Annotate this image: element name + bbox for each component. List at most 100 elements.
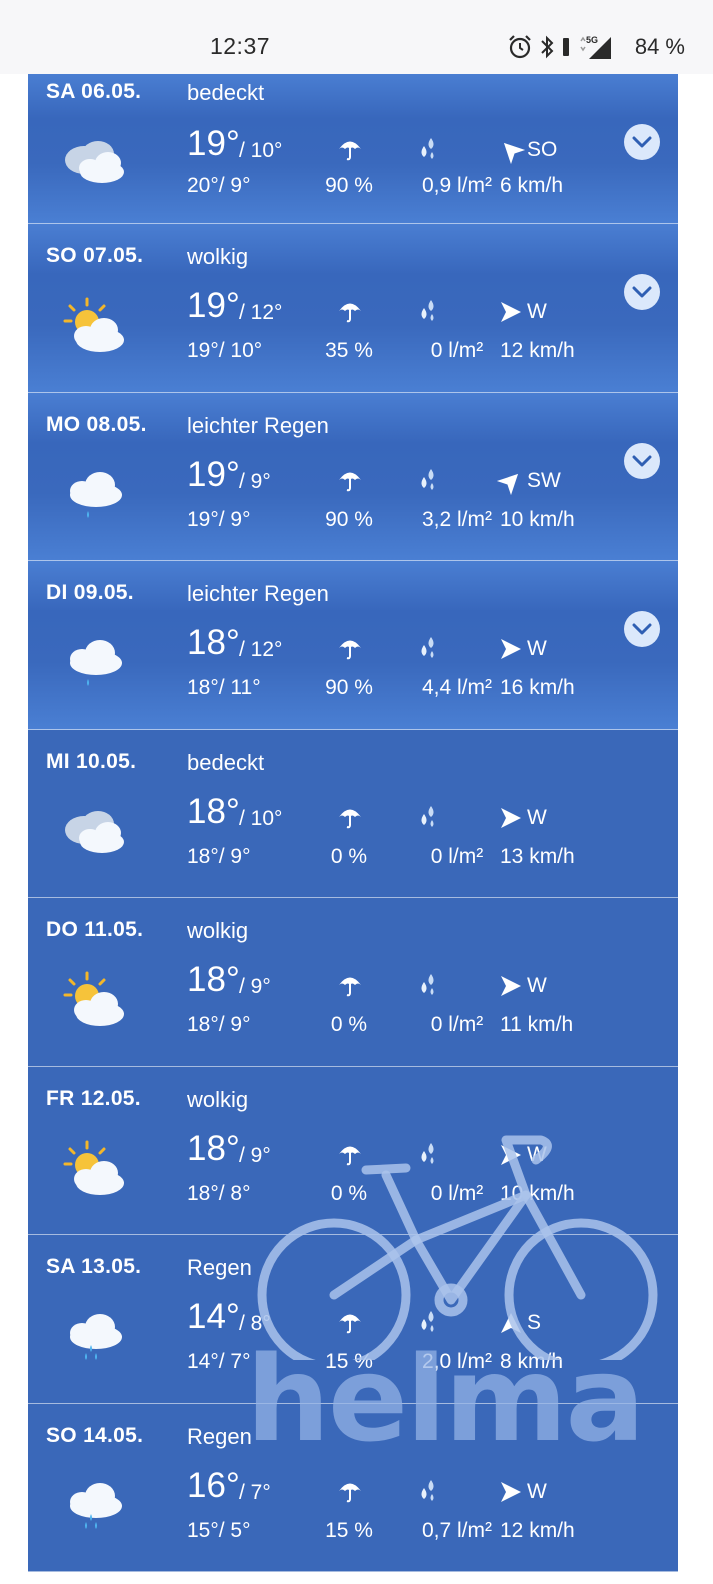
feels-like-temps: 18°/ 9° bbox=[187, 844, 251, 868]
rain-icon bbox=[62, 1476, 128, 1536]
umbrella-icon bbox=[337, 469, 363, 498]
forecast-day-card[interactable]: MO 08.05. leichter Regen 19° / 9° SW 19°… bbox=[28, 392, 678, 561]
precip-probability: 35 % bbox=[325, 339, 373, 362]
overcast-cloud-icon bbox=[62, 132, 128, 192]
wind-direction-icon bbox=[499, 138, 526, 167]
wind-direction: W bbox=[527, 300, 547, 323]
raindrops-icon bbox=[417, 804, 439, 835]
wind-direction-icon bbox=[499, 300, 523, 329]
day-date: DO 11.05. bbox=[46, 918, 144, 941]
day-condition: leichter Regen bbox=[187, 581, 329, 606]
forecast-day-card: SO 14.05. Regen 16° / 7° W 15°/ 5° 15 % … bbox=[28, 1403, 678, 1572]
day-condition: Regen bbox=[187, 1423, 252, 1449]
forecast-day-card: DO 11.05. wolkig 18° / 9° W 18°/ 9° 0 % … bbox=[28, 898, 678, 1067]
day-date: FR 12.05. bbox=[46, 1086, 141, 1110]
expand-button[interactable] bbox=[624, 442, 660, 479]
feels-like-temps: 18°/ 11° bbox=[187, 676, 261, 699]
raindrops-icon bbox=[417, 635, 439, 666]
status-bar: 12:37 5G 84 % bbox=[0, 0, 713, 74]
feels-like-temps: 18°/ 8° bbox=[187, 1181, 251, 1205]
day-condition: wolkig bbox=[187, 918, 249, 943]
expand-button[interactable] bbox=[624, 124, 660, 160]
chevron-down-icon bbox=[632, 136, 652, 148]
raindrops-icon bbox=[417, 136, 439, 167]
raindrops-icon bbox=[417, 298, 439, 329]
temp-max: 18° bbox=[187, 1128, 240, 1168]
sun-cloud-icon bbox=[62, 970, 128, 1030]
umbrella-icon bbox=[337, 138, 363, 167]
precip-probability: 90 % bbox=[325, 676, 373, 699]
feels-like-temps: 19°/ 9° bbox=[187, 507, 251, 531]
forecast-day-card[interactable]: SO 07.05. wolkig 19° / 12° W 19°/ 10° 35… bbox=[28, 224, 678, 393]
forecast-day-card[interactable]: SA 06.05. bedeckt 19° / 10° SO 20°/ 9° 9… bbox=[28, 74, 678, 224]
day-date: MI 10.05. bbox=[46, 749, 137, 773]
temp-min: / 9° bbox=[239, 975, 271, 998]
forecast-row-details: 18°/ 8° 0 % 0 l/m² 10 km/h bbox=[187, 1182, 607, 1212]
temp-max: 18° bbox=[187, 623, 240, 662]
forecast-day-card: MI 10.05. bedeckt 18° / 10° W 18°/ 9° 0 … bbox=[28, 729, 678, 898]
expand-button[interactable] bbox=[624, 274, 660, 310]
wind-speed: 12 km/h bbox=[500, 339, 575, 362]
forecast-row-main: 18° / 9° W bbox=[187, 960, 607, 1004]
day-condition: bedeckt bbox=[187, 749, 265, 775]
forecast-row-main: 18° / 10° W bbox=[187, 792, 607, 836]
raindrops-icon bbox=[417, 1309, 439, 1340]
day-condition: wolkig bbox=[187, 1086, 249, 1112]
feels-like-temps: 18°/ 9° bbox=[187, 1013, 251, 1036]
wind-speed: 12 km/h bbox=[500, 1518, 575, 1542]
feels-like-temps: 20°/ 9° bbox=[187, 174, 251, 197]
temp-max: 19° bbox=[187, 454, 240, 494]
precip-probability: 0 % bbox=[330, 1013, 368, 1036]
bluetooth-icon bbox=[539, 34, 555, 60]
light-rain-icon bbox=[62, 633, 128, 693]
forecast-row-main: 19° / 10° SO bbox=[187, 124, 607, 168]
temp-min: / 8° bbox=[239, 1312, 271, 1335]
temp-min: / 12° bbox=[239, 301, 283, 324]
day-date: SA 13.05. bbox=[46, 1255, 142, 1278]
precip-probability: 0 % bbox=[330, 844, 368, 868]
temp-max: 18° bbox=[187, 960, 240, 999]
umbrella-icon bbox=[337, 1311, 363, 1340]
sun-cloud-icon bbox=[62, 1139, 128, 1199]
wind-direction-icon bbox=[499, 1143, 523, 1172]
temp-max: 19° bbox=[187, 124, 240, 163]
umbrella-icon bbox=[337, 806, 363, 835]
forecast-row-main: 19° / 12° W bbox=[187, 286, 607, 330]
precip-probability: 15 % bbox=[325, 1518, 373, 1542]
battery-level: 84 % bbox=[634, 34, 685, 59]
wind-speed: 13 km/h bbox=[500, 844, 575, 868]
expand-button[interactable] bbox=[624, 611, 660, 647]
forecast-row-main: 18° / 9° W bbox=[187, 1129, 607, 1173]
forecast-row-details: 19°/ 9° 90 % 3,2 l/m² 10 km/h bbox=[187, 508, 607, 538]
wind-direction: W bbox=[527, 805, 547, 829]
temp-min: / 9° bbox=[239, 469, 271, 493]
temp-min: / 10° bbox=[239, 139, 283, 162]
day-condition: wolkig bbox=[187, 244, 249, 269]
precip-probability: 90 % bbox=[325, 174, 373, 197]
day-date: SO 14.05. bbox=[46, 1423, 144, 1447]
forecast-day-card: SA 13.05. Regen 14° / 8° S 14°/ 7° 15 % … bbox=[28, 1235, 678, 1404]
forecast-day-card: FR 12.05. wolkig 18° / 9° W 18°/ 8° 0 % … bbox=[28, 1066, 678, 1235]
forecast-day-card[interactable]: DI 09.05. leichter Regen 18° / 12° W 18°… bbox=[28, 561, 678, 730]
alarm-icon bbox=[507, 34, 533, 60]
feels-like-temps: 14°/ 7° bbox=[187, 1350, 251, 1373]
forecast-list: SA 06.05. bedeckt 19° / 10° SO 20°/ 9° 9… bbox=[28, 74, 678, 1572]
temp-min: / 10° bbox=[239, 806, 283, 830]
temp-max: 16° bbox=[187, 1465, 240, 1505]
forecast-row-main: 16° / 7° W bbox=[187, 1466, 607, 1510]
day-date: SO 07.05. bbox=[46, 244, 144, 267]
temp-max: 14° bbox=[187, 1297, 240, 1336]
feels-like-temps: 19°/ 10° bbox=[187, 339, 263, 362]
wind-direction: W bbox=[527, 1142, 547, 1166]
umbrella-icon bbox=[337, 637, 363, 666]
wind-speed: 10 km/h bbox=[500, 1181, 575, 1205]
umbrella-icon bbox=[337, 1143, 363, 1172]
day-condition: Regen bbox=[187, 1255, 252, 1280]
temp-min: / 9° bbox=[239, 1143, 271, 1167]
svg-text:5G: 5G bbox=[586, 35, 598, 45]
precip-probability: 90 % bbox=[325, 507, 373, 531]
light-rain-icon bbox=[62, 465, 128, 525]
wind-direction-icon bbox=[499, 637, 523, 666]
raindrops-icon bbox=[417, 467, 439, 498]
wind-direction-icon bbox=[499, 974, 523, 1003]
